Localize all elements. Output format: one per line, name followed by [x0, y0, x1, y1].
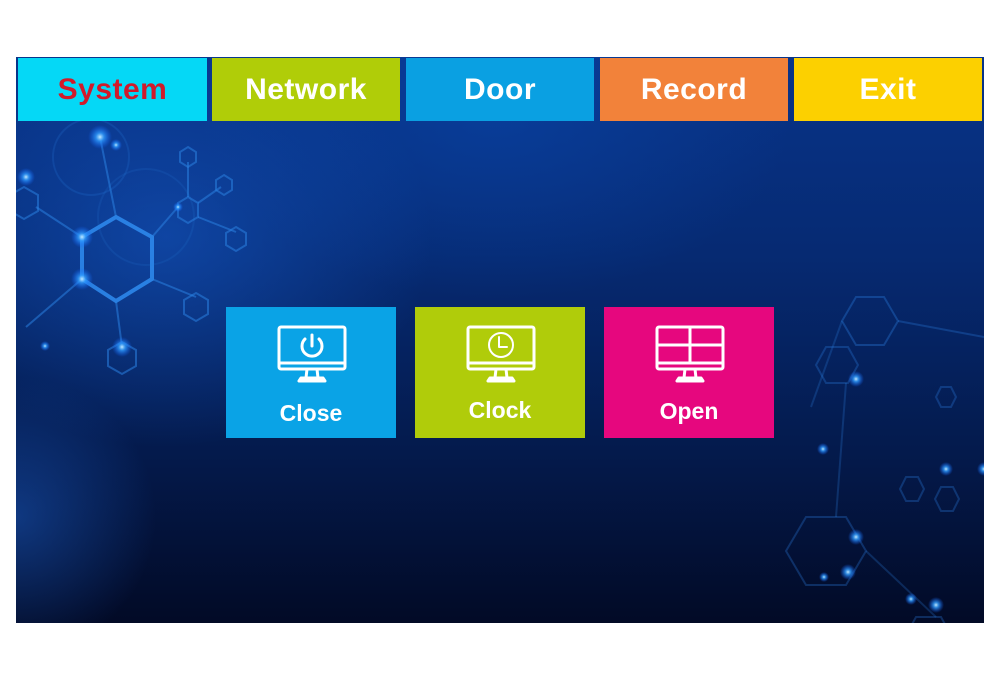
tab-label: Network: [245, 72, 367, 106]
tab-label: Record: [640, 72, 748, 106]
main-screen: System Network Door Record Exit Close Cl…: [16, 57, 984, 623]
tab-label: System: [57, 72, 168, 106]
tab-door[interactable]: Door: [406, 58, 594, 121]
tab-exit[interactable]: Exit: [794, 58, 982, 121]
tab-network[interactable]: Network: [212, 58, 400, 121]
monitor-grid-icon: [655, 325, 725, 383]
tile-label: Close: [279, 400, 343, 426]
top-tab-bar: System Network Door Record Exit: [16, 57, 984, 121]
monitor-power-icon: [277, 325, 347, 383]
open-button[interactable]: Open: [604, 307, 774, 438]
close-button[interactable]: Close: [226, 307, 396, 438]
clock-button[interactable]: Clock: [415, 307, 585, 438]
tile-label: Clock: [468, 397, 532, 423]
tab-label: Exit: [859, 72, 917, 106]
monitor-clock-icon: [466, 325, 536, 383]
tab-record[interactable]: Record: [600, 58, 788, 121]
tile-label: Open: [659, 398, 719, 424]
tab-label: Door: [464, 72, 536, 106]
tab-system[interactable]: System: [18, 58, 207, 121]
